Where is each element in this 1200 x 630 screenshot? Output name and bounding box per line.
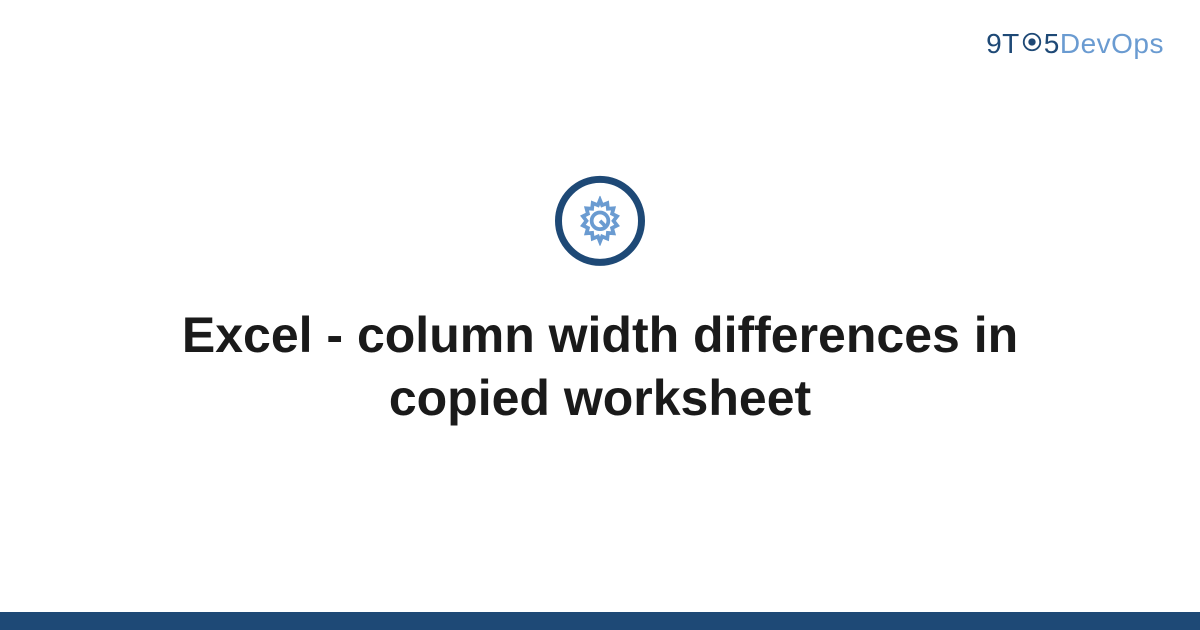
brand-prefix: 9T <box>986 28 1020 59</box>
brand-logo: 9T 5DevOps <box>986 28 1164 62</box>
gear-icon <box>575 196 625 246</box>
bottom-bar <box>0 612 1200 630</box>
main-content: Excel - column width differences in copi… <box>0 176 1200 429</box>
brand-middle: 5 <box>1044 28 1060 59</box>
page-title: Excel - column width differences in copi… <box>150 304 1050 429</box>
gear-icon <box>1021 28 1043 60</box>
brand-suffix: DevOps <box>1060 28 1164 59</box>
gear-icon-circle <box>555 176 645 266</box>
